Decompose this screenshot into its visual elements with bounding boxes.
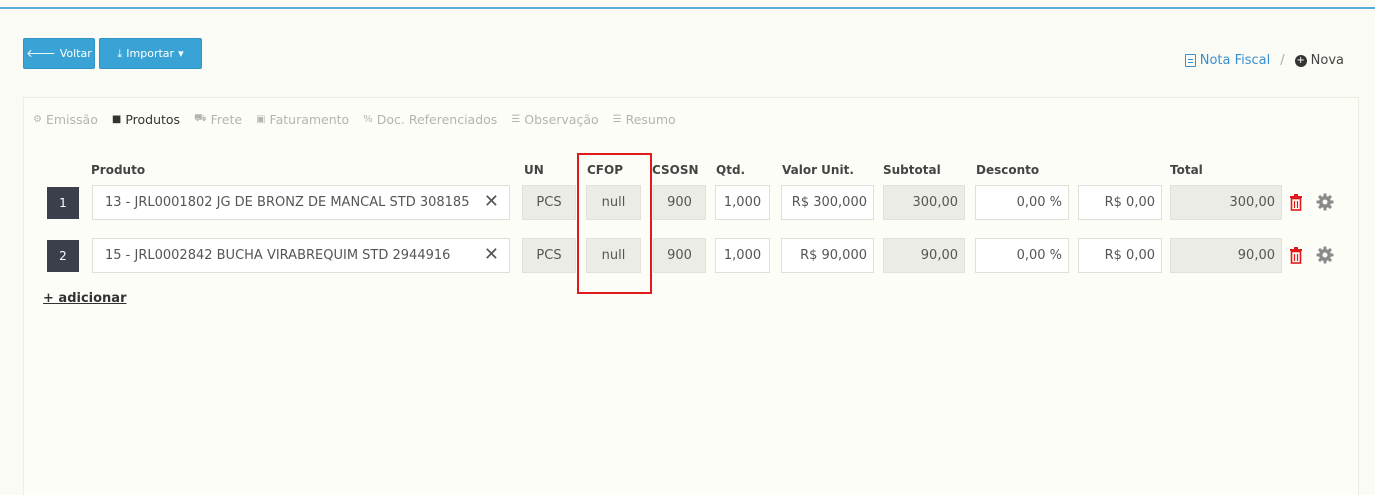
tab-label: Resumo: [625, 112, 676, 127]
breadcrumb-separator: /: [1280, 53, 1285, 68]
plus-circle-icon: +: [1294, 54, 1307, 67]
breadcrumb-nota-fiscal[interactable]: Nota Fiscal: [1184, 53, 1271, 68]
tab-label: Emissão: [45, 112, 98, 127]
cfop-field: null: [586, 185, 641, 220]
discount-value-input[interactable]: R$ 0,00: [1078, 185, 1162, 220]
breadcrumb-current: + Nova: [1294, 53, 1344, 68]
col-header-cfop: CFOP: [587, 163, 623, 177]
quantity-input[interactable]: 1,000: [715, 238, 770, 273]
back-button-label: Voltar: [59, 47, 92, 60]
tab-label: Observação: [524, 112, 599, 127]
chevron-down-icon: ▾: [178, 47, 184, 60]
quantity-input[interactable]: 1,000: [715, 185, 770, 220]
tab-label: Frete: [210, 112, 243, 127]
col-header-subtotal: Subtotal: [883, 163, 941, 177]
breadcrumb: Nota Fiscal / + Nova: [1184, 53, 1344, 68]
csosn-field: 900: [653, 185, 706, 220]
money-icon: ▣: [256, 114, 266, 125]
download-icon: ⤓: [117, 47, 123, 60]
breadcrumb-parent-label: Nota Fiscal: [1199, 53, 1271, 68]
unit-price-input[interactable]: R$ 90,000: [781, 238, 874, 273]
top-border-line: [0, 7, 1375, 9]
row-number-badge: 1: [47, 187, 79, 219]
tab-faturamento[interactable]: ▣ Faturamento: [256, 112, 349, 127]
discount-value-input[interactable]: R$ 0,00: [1078, 238, 1162, 273]
product-value: 15 - JRL0002842 BUCHA VIRABREQUIM STD 29…: [105, 248, 451, 263]
csosn-field: 900: [653, 238, 706, 273]
breadcrumb-current-label: Nova: [1310, 53, 1344, 68]
arrow-left-icon: 🡐: [26, 47, 56, 60]
back-button[interactable]: 🡐 Voltar: [23, 38, 95, 69]
gear-icon[interactable]: [1316, 193, 1334, 211]
product-select[interactable]: 13 - JRL0001802 JG DE BRONZ DE MANCAL ST…: [92, 185, 510, 220]
un-field: PCS: [522, 185, 576, 220]
truck-icon: ⛟: [194, 113, 207, 124]
product-select[interactable]: 15 - JRL0002842 BUCHA VIRABREQUIM STD 29…: [92, 238, 510, 273]
unit-price-input[interactable]: R$ 300,000: [781, 185, 874, 220]
tab-doc-referenciados[interactable]: % Doc. Referenciados: [363, 112, 497, 127]
clear-icon[interactable]: ✕: [484, 193, 499, 211]
tab-emissao[interactable]: ⚙ Emissão: [33, 112, 98, 127]
col-header-produto: Produto: [91, 163, 146, 177]
discount-percent-input[interactable]: 0,00 %: [975, 238, 1069, 273]
col-header-valor-unit: Valor Unit.: [782, 163, 854, 177]
tab-observacao[interactable]: ☰ Observação: [511, 112, 598, 127]
discount-percent-input[interactable]: 0,00 %: [975, 185, 1069, 220]
col-header-total: Total: [1170, 163, 1203, 177]
cfop-field: null: [586, 238, 641, 273]
product-value: 13 - JRL0001802 JG DE BRONZ DE MANCAL ST…: [105, 195, 470, 210]
col-header-csosn: CSOSN: [652, 163, 699, 177]
tab-label: Doc. Referenciados: [376, 112, 498, 127]
content-panel: [23, 97, 1359, 495]
import-button-label: Importar: [126, 47, 175, 60]
col-header-un: UN: [524, 163, 544, 177]
col-header-qtd: Qtd.: [716, 163, 746, 177]
import-dropdown-button[interactable]: ⤓ Importar ▾: [99, 38, 202, 69]
subtotal-field: 90,00: [883, 238, 965, 273]
trash-icon[interactable]: [1289, 247, 1303, 264]
subtotal-field: 300,00: [883, 185, 965, 220]
gear-icon[interactable]: [1316, 246, 1334, 264]
total-field: 300,00: [1170, 185, 1282, 220]
gear-icon: ⚙: [33, 114, 42, 125]
row-number-badge: 2: [47, 240, 79, 272]
add-product-link[interactable]: + adicionar: [43, 291, 126, 306]
list-icon: ☰: [511, 114, 521, 125]
tab-label: Produtos: [125, 112, 181, 127]
document-icon: [1184, 54, 1196, 67]
link-icon: %: [363, 114, 373, 125]
list-icon: ☰: [612, 114, 622, 125]
section-tabs: ⚙ Emissão ■ Produtos ⛟ Frete ▣ Faturamen…: [33, 112, 676, 127]
tab-frete[interactable]: ⛟ Frete: [194, 112, 242, 127]
col-header-desconto: Desconto: [976, 163, 1040, 177]
clear-icon[interactable]: ✕: [484, 246, 499, 264]
total-field: 90,00: [1170, 238, 1282, 273]
tab-resumo[interactable]: ☰ Resumo: [613, 112, 676, 127]
tab-produtos[interactable]: ■ Produtos: [112, 112, 180, 127]
un-field: PCS: [522, 238, 576, 273]
box-icon: ■: [111, 114, 122, 125]
trash-icon[interactable]: [1289, 194, 1303, 211]
tab-label: Faturamento: [269, 112, 350, 127]
